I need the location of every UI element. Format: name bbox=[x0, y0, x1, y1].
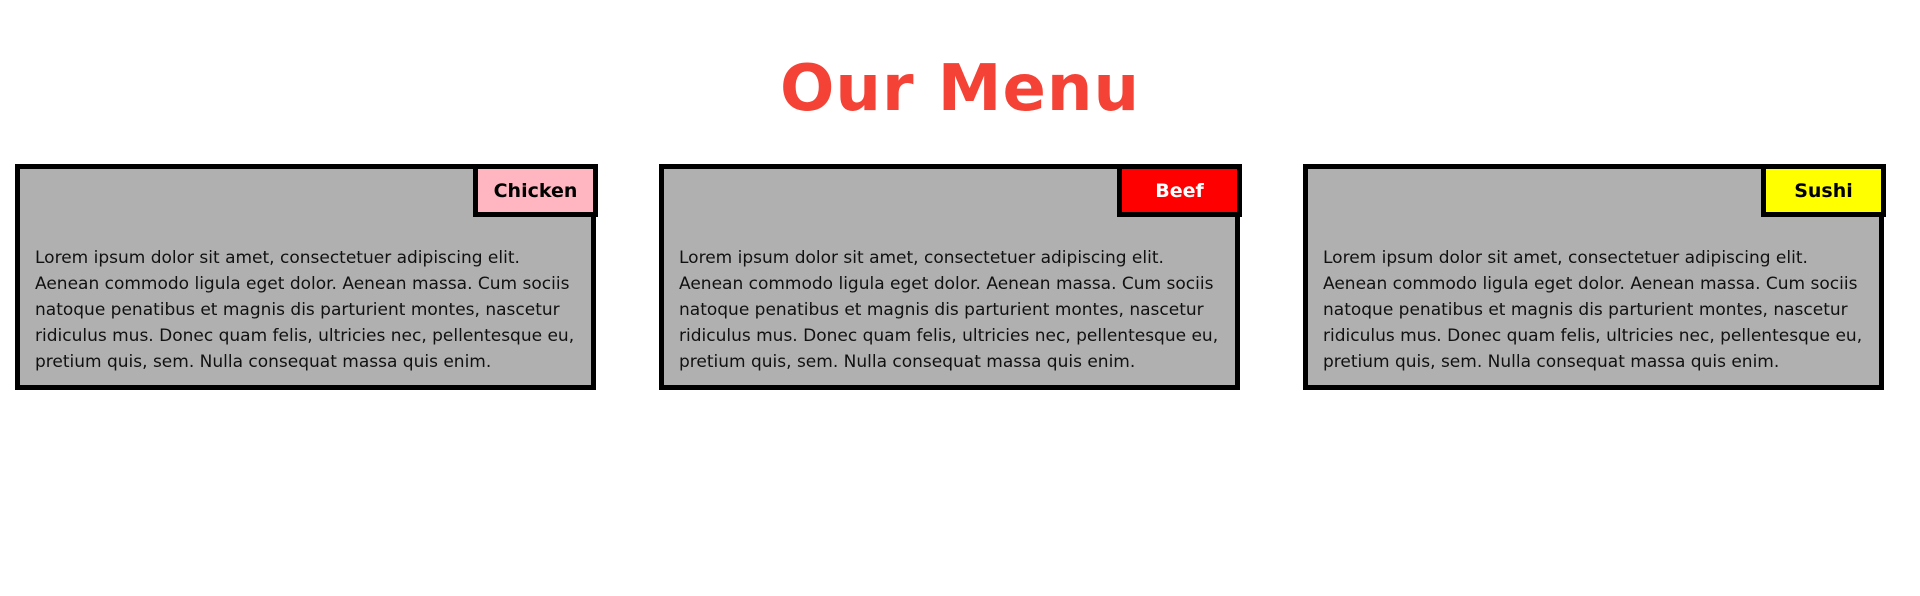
menu-card-chicken: Chicken Lorem ipsum dolor sit amet, cons… bbox=[15, 164, 598, 390]
menu-card-description: Lorem ipsum dolor sit amet, consectetuer… bbox=[1323, 248, 1863, 372]
category-badge-beef: Beef bbox=[1117, 164, 1242, 217]
page-title: Our Menu bbox=[779, 52, 1141, 126]
category-badge-chicken: Chicken bbox=[473, 164, 598, 217]
menu-card-beef: Beef Lorem ipsum dolor sit amet, consect… bbox=[659, 164, 1242, 390]
menu-card-description: Lorem ipsum dolor sit amet, consectetuer… bbox=[679, 248, 1219, 372]
menu-list: Chicken Lorem ipsum dolor sit amet, cons… bbox=[0, 164, 1920, 390]
menu-card-description: Lorem ipsum dolor sit amet, consectetuer… bbox=[35, 248, 575, 372]
category-badge-sushi: Sushi bbox=[1761, 164, 1886, 217]
menu-card-sushi: Sushi Lorem ipsum dolor sit amet, consec… bbox=[1303, 164, 1886, 390]
